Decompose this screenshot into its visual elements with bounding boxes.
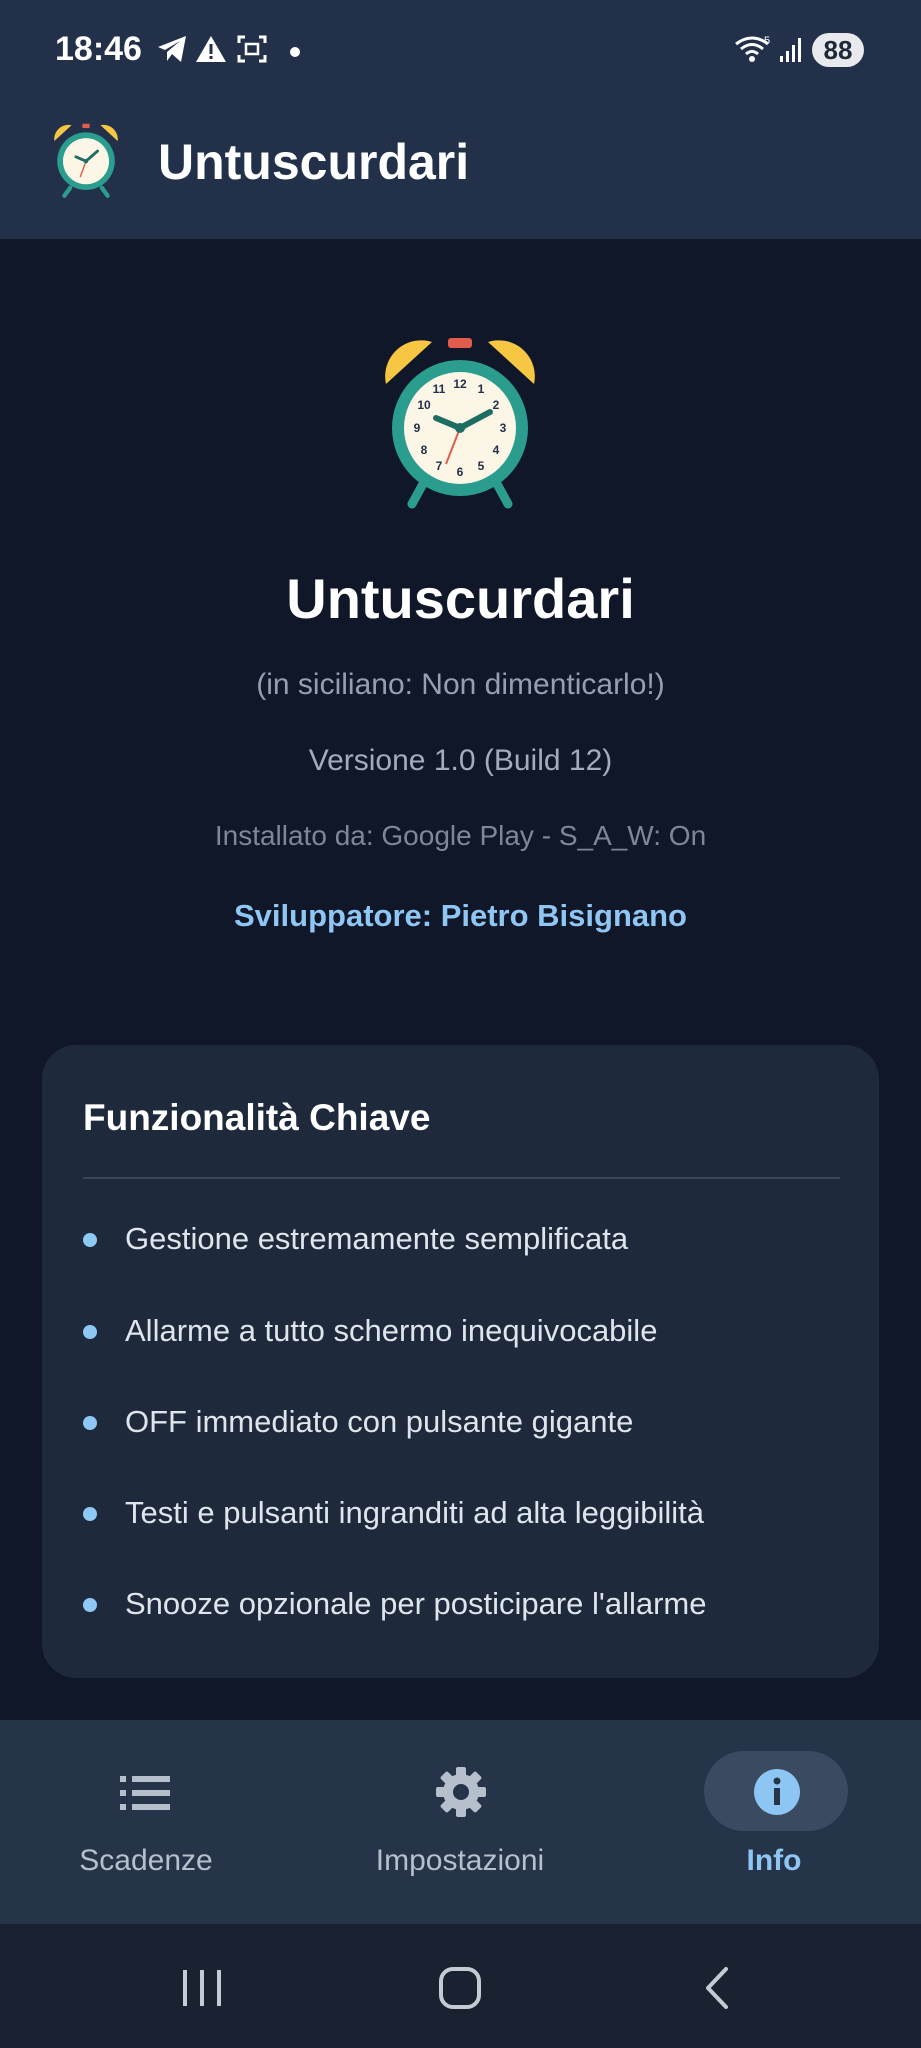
svg-text:10: 10 bbox=[417, 398, 431, 412]
bullet-icon bbox=[83, 1598, 97, 1612]
app-bar: Untuscurdari bbox=[0, 106, 921, 239]
about-version: Versione 1.0 (Build 12) bbox=[308, 744, 613, 777]
svg-text:1: 1 bbox=[478, 382, 485, 396]
alarm-clock-icon bbox=[54, 123, 118, 198]
about-tagline: (in siciliano: Non dimenticarlo!) bbox=[256, 668, 665, 701]
bullet-icon bbox=[83, 1233, 97, 1247]
screenshot-icon bbox=[237, 35, 267, 63]
features-card-title: Funzionalità Chiave bbox=[83, 1097, 431, 1138]
feature-text: Gestione estremamente semplificata bbox=[125, 1221, 629, 1256]
about-developer-link[interactable]: Sviluppatore: Pietro Bisignano bbox=[0, 898, 921, 934]
svg-text:4: 4 bbox=[493, 443, 500, 457]
svg-text:3: 3 bbox=[500, 421, 507, 435]
recents-button[interactable] bbox=[180, 1968, 224, 2008]
back-button[interactable] bbox=[702, 1966, 732, 2010]
alarm-clock-logo-icon: 12 12 345 678 9 1011 bbox=[385, 338, 535, 509]
svg-text:8: 8 bbox=[421, 443, 428, 457]
about-app-name: Untuscurdari bbox=[286, 567, 635, 630]
bullet-icon bbox=[83, 1416, 97, 1430]
svg-text:5: 5 bbox=[764, 35, 770, 47]
svg-text:6: 6 bbox=[457, 465, 464, 479]
feature-text: OFF immediato con pulsante gigante bbox=[125, 1404, 634, 1439]
info-icon bbox=[754, 1769, 800, 1815]
home-button[interactable] bbox=[438, 1966, 482, 2010]
nav-item-scadenze[interactable]: Scadenze bbox=[0, 1720, 296, 1924]
app-bar-title: Untuscurdari bbox=[158, 134, 470, 190]
signal-icon bbox=[780, 38, 801, 62]
wifi-icon: 5 bbox=[735, 35, 770, 62]
warning-icon bbox=[196, 36, 226, 62]
notification-dot bbox=[290, 47, 300, 57]
svg-text:9: 9 bbox=[414, 421, 421, 435]
bottom-navigation: Scadenze Impostazioni Info bbox=[0, 1720, 921, 1924]
nav-item-info[interactable]: Info bbox=[624, 1720, 921, 1924]
feature-text: Testi e pulsanti ingranditi ad alta legg… bbox=[125, 1495, 705, 1530]
svg-text:5: 5 bbox=[478, 459, 485, 473]
about-install-info: Installato da: Google Play - S_A_W: On bbox=[214, 820, 707, 851]
svg-text:12: 12 bbox=[453, 377, 467, 391]
features-card: Funzionalità Chiave Gestione estremament… bbox=[42, 1045, 879, 1678]
nav-label: Scadenze bbox=[79, 1844, 213, 1877]
nav-item-impostazioni[interactable]: Impostazioni bbox=[310, 1720, 610, 1924]
nav-label: Info bbox=[746, 1844, 802, 1877]
feature-text: Allarme a tutto schermo inequivocabile bbox=[125, 1313, 658, 1348]
svg-text:11: 11 bbox=[433, 382, 446, 396]
bullet-icon bbox=[83, 1507, 97, 1521]
svg-text:2: 2 bbox=[493, 398, 500, 412]
status-time: 18:46 bbox=[55, 30, 142, 68]
nav-label: Impostazioni bbox=[375, 1844, 545, 1877]
battery-indicator: 88 bbox=[812, 33, 864, 67]
system-navigation-bar bbox=[0, 1924, 921, 2048]
status-bar: 18:46 5 88 bbox=[0, 0, 921, 106]
gear-icon bbox=[436, 1767, 486, 1817]
features-divider bbox=[83, 1177, 840, 1179]
list-icon bbox=[120, 1776, 170, 1810]
feature-text: Snooze opzionale per posticipare l'allar… bbox=[125, 1586, 707, 1621]
svg-text:7: 7 bbox=[436, 459, 443, 473]
telegram-icon bbox=[158, 36, 186, 62]
bullet-icon bbox=[83, 1325, 97, 1339]
